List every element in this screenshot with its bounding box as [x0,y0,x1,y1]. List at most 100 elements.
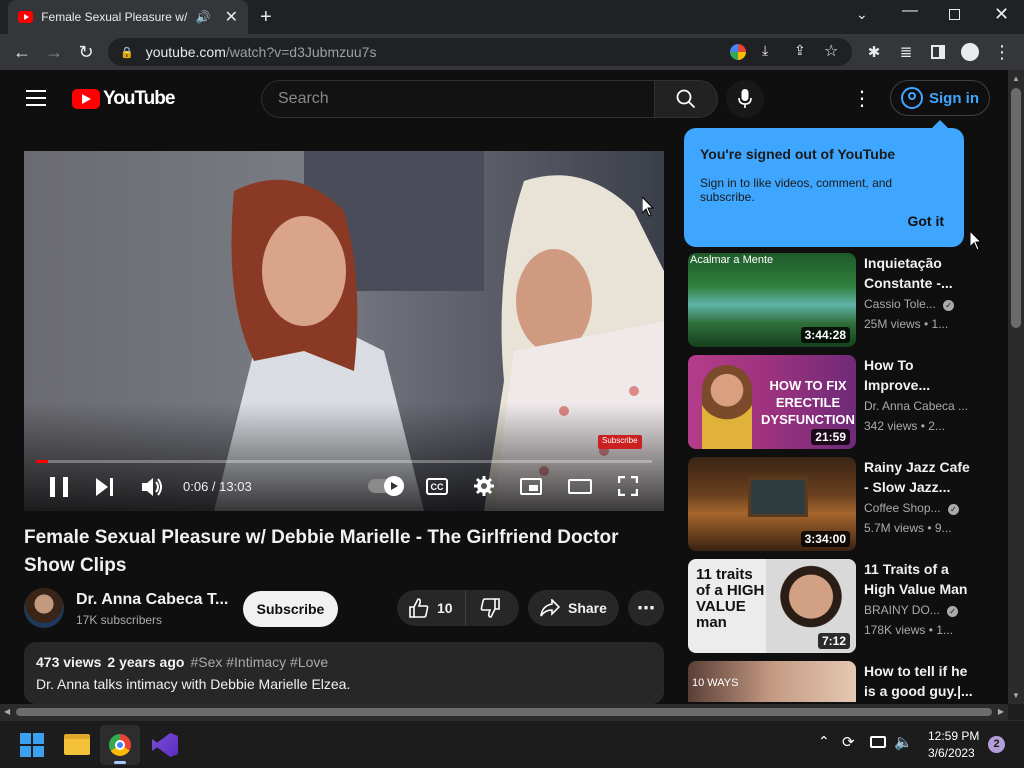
tab-close-icon[interactable]: ✕ [225,7,238,27]
settings-dots-icon[interactable]: ⋮ [852,86,872,111]
network-icon[interactable] [870,736,886,748]
dislike-button[interactable] [466,598,500,618]
notification-badge[interactable]: 2 [988,736,1005,753]
recommendation-title[interactable]: Inquietação Constante -... [864,253,974,293]
recommendation-thumbnail[interactable]: Acalmar a Mente 3:44:28 [688,253,856,347]
hamburger-menu-icon[interactable] [26,90,46,106]
recommendation-item[interactable]: HOW TO FIX ERECTILE DYSFUNCTION 21:59 Ho… [688,355,988,449]
pause-button[interactable] [50,477,68,497]
tray-chevron-icon[interactable]: ⌃ [818,733,830,750]
thumbnail-label: 10 WAYS [692,677,739,689]
search-button[interactable] [654,80,718,118]
clock-time[interactable]: 12:59 PM [928,729,979,743]
recommendation-thumbnail[interactable]: 11 traits of a HIGH VALUE man 7:12 [688,559,856,653]
tab-audio-icon[interactable]: 🔊 [196,10,211,24]
tab-search-icon[interactable]: ⌄ [856,6,868,23]
browser-toolbar: ← → ↻ 🔒 youtube.com /watch?v=d3Jubmzuu7s… [0,34,1024,70]
share-page-icon[interactable]: ⇪ [794,42,806,59]
search-input[interactable]: Search [261,80,654,118]
speaker-icon[interactable]: 🔈 [894,733,913,751]
browser-tab[interactable]: Female Sexual Pleasure w/ De 🔊 ✕ [8,0,248,34]
sign-in-label: Sign in [929,89,979,107]
next-icon[interactable] [96,478,114,496]
bookmark-star-icon[interactable]: ☆ [824,41,838,61]
close-window-icon[interactable]: ✕ [994,4,1009,25]
recommendation-item[interactable]: 3:34:00 Rainy Jazz Cafe - Slow Jazz... C… [688,457,988,551]
file-explorer-icon[interactable] [64,734,90,755]
progress-bar[interactable] [36,460,652,463]
vertical-scrollbar[interactable]: ▲ ▼ [1008,70,1024,704]
profile-icon[interactable] [956,34,984,70]
scroll-right-arrow-icon[interactable]: ▶ [998,707,1004,716]
reload-icon[interactable]: ↻ [72,34,100,70]
volume-icon[interactable] [142,477,164,497]
recommendation-channel[interactable]: BRAINY DO... ✓ [864,603,959,617]
restore-icon[interactable] [949,9,960,20]
recommendation-thumbnail[interactable]: 10 WAYS [688,661,856,702]
channel-label: Coffee Shop... [864,501,941,515]
youtube-favicon-icon [18,11,34,23]
sync-status-icon[interactable]: ⟳ [842,733,855,751]
miniplayer-icon[interactable] [520,478,542,495]
scroll-up-arrow-icon[interactable]: ▲ [1012,74,1020,83]
channel-avatar[interactable] [24,588,64,628]
recommendation-title[interactable]: How to tell if he is a good guy.|... [864,661,974,701]
recommendation-item[interactable]: 10 WAYS How to tell if he is a good guy.… [688,661,988,702]
captions-icon[interactable]: CC [426,478,448,495]
youtube-logo[interactable]: YouTube [72,88,175,110]
fullscreen-icon[interactable] [618,476,638,496]
duration-badge: 7:12 [817,633,850,649]
got-it-button[interactable]: Got it [907,213,944,229]
recommendation-channel[interactable]: Cassio Tole... ✓ [864,297,955,311]
recommendation-channel[interactable]: Dr. Anna Cabeca ... [864,399,968,413]
clock-date[interactable]: 3/6/2023 [928,746,975,760]
voice-search-button[interactable] [726,80,764,118]
address-bar[interactable]: 🔒 youtube.com /watch?v=d3Jubmzuu7s ⤓ ⇪ ☆ [108,38,852,66]
recommendation-item[interactable]: 11 traits of a HIGH VALUE man 7:12 11 Tr… [688,559,988,653]
extensions-icon[interactable]: ✱ [860,34,888,70]
scrollbar-thumb[interactable] [1011,88,1021,328]
more-actions-button[interactable]: ⋯ [628,590,664,626]
signed-out-tooltip: You're signed out of YouTube Sign in to … [684,120,964,247]
recommendation-item[interactable]: Acalmar a Mente 3:44:28 Inquietação Cons… [688,253,988,347]
recommendation-thumbnail[interactable]: HOW TO FIX ERECTILE DYSFUNCTION 21:59 [688,355,856,449]
hashtags[interactable]: #Sex #Intimacy #Love [190,654,328,670]
sign-in-button[interactable]: Sign in [890,80,990,116]
forward-icon[interactable]: → [40,34,68,70]
recommendation-title[interactable]: 11 Traits of a High Value Man [864,559,974,599]
video-title: Female Sexual Pleasure w/ Debbie Mariell… [24,527,619,576]
recommendation-title[interactable]: Rainy Jazz Cafe - Slow Jazz... [864,457,974,497]
google-icon[interactable] [730,44,746,60]
scroll-down-arrow-icon[interactable]: ▼ [1012,691,1020,700]
channel-name[interactable]: Dr. Anna Cabeca T... [76,591,228,609]
scroll-left-arrow-icon[interactable]: ◀ [4,707,10,716]
browser-menu-icon[interactable]: ⋮ [988,34,1016,70]
horizontal-scrollbar[interactable]: ◀ ▶ [0,704,1008,720]
side-panel-icon[interactable] [924,34,952,70]
media-queue-icon[interactable]: ≣ [892,34,920,70]
settings-gear-icon[interactable] [474,476,494,496]
minimize-icon[interactable]: — [902,2,918,20]
video-player[interactable]: Subscribe 0:06 / 13:03 CC [24,151,664,511]
recommendation-thumbnail[interactable]: 3:34:00 [688,457,856,551]
share-button[interactable]: Share [528,590,619,626]
visual-studio-icon[interactable] [152,733,178,757]
install-icon[interactable]: ⤓ [762,42,768,59]
youtube-logo-icon [72,89,100,109]
recommendation-channel[interactable]: Coffee Shop... ✓ [864,501,959,515]
theater-mode-icon[interactable] [568,479,592,494]
subscribe-button[interactable]: Subscribe [243,591,338,627]
windows-start-icon[interactable] [20,733,44,757]
new-tab-icon[interactable]: + [260,6,272,29]
tooltip-title: You're signed out of YouTube [700,146,896,162]
chrome-taskbar-button[interactable] [100,725,140,765]
recommendation-title[interactable]: How To Improve... [864,355,974,395]
horizontal-scrollbar-thumb[interactable] [16,708,992,716]
autoplay-toggle[interactable] [368,476,404,496]
like-button[interactable]: 10 [397,590,466,626]
view-count: 473 views [36,654,102,670]
description-box[interactable]: 473 views 2 years ago #Sex #Intimacy #Lo… [24,642,664,704]
time-display: 0:06 / 13:03 [183,479,252,494]
subscribe-watermark[interactable]: Subscribe [598,435,642,449]
back-icon[interactable]: ← [8,34,36,70]
